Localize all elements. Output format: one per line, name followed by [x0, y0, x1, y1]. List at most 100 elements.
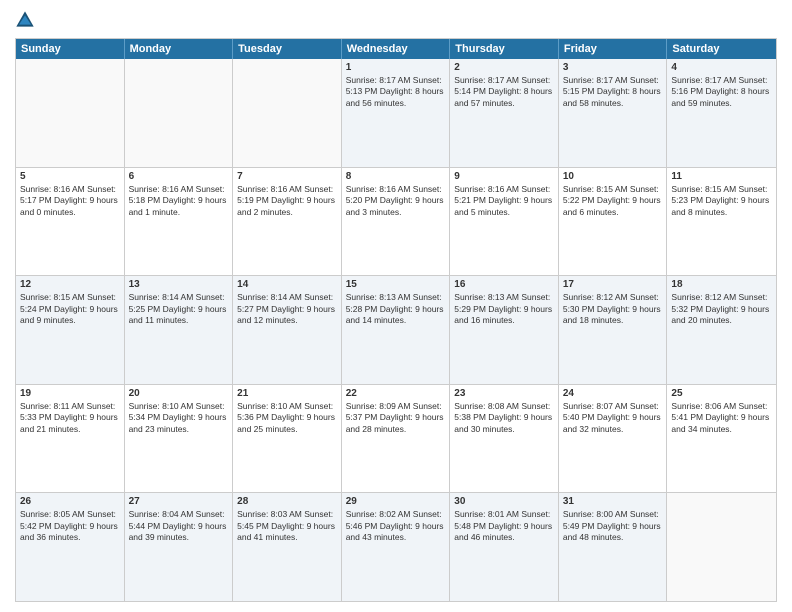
day-number: 8 — [346, 171, 446, 182]
day-number: 21 — [237, 388, 337, 399]
calendar: SundayMondayTuesdayWednesdayThursdayFrid… — [15, 38, 777, 602]
day-info: Sunrise: 8:02 AM Sunset: 5:46 PM Dayligh… — [346, 509, 446, 543]
day-info: Sunrise: 8:00 AM Sunset: 5:49 PM Dayligh… — [563, 509, 663, 543]
day-cell: 7 Sunrise: 8:16 AM Sunset: 5:19 PM Daylig… — [233, 168, 342, 276]
day-number: 9 — [454, 171, 554, 182]
day-cell: 23 Sunrise: 8:08 AM Sunset: 5:38 PM Dayli… — [450, 385, 559, 493]
calendar-body: 1 Sunrise: 8:17 AM Sunset: 5:13 PM Daylig… — [16, 59, 776, 601]
day-header: Monday — [125, 39, 234, 59]
day-header: Friday — [559, 39, 668, 59]
day-info: Sunrise: 8:01 AM Sunset: 5:48 PM Dayligh… — [454, 509, 554, 543]
day-header: Saturday — [667, 39, 776, 59]
day-info: Sunrise: 8:16 AM Sunset: 5:17 PM Dayligh… — [20, 184, 120, 218]
calendar-row: 19 Sunrise: 8:11 AM Sunset: 5:33 PM Dayli… — [16, 384, 776, 493]
day-info: Sunrise: 8:09 AM Sunset: 5:37 PM Dayligh… — [346, 401, 446, 435]
day-cell: 18 Sunrise: 8:12 AM Sunset: 5:32 PM Dayli… — [667, 276, 776, 384]
day-info: Sunrise: 8:05 AM Sunset: 5:42 PM Dayligh… — [20, 509, 120, 543]
day-info: Sunrise: 8:17 AM Sunset: 5:13 PM Dayligh… — [346, 75, 446, 109]
day-number: 30 — [454, 496, 554, 507]
day-cell: 15 Sunrise: 8:13 AM Sunset: 5:28 PM Dayli… — [342, 276, 451, 384]
day-cell: 20Sunrise: 8:10 AM Sunset: 5:34 PM Dayli… — [125, 385, 234, 493]
day-cell: 25 Sunrise: 8:06 AM Sunset: 5:41 PM Dayli… — [667, 385, 776, 493]
day-cell: 4 Sunrise: 8:17 AM Sunset: 5:16 PM Daylig… — [667, 59, 776, 167]
day-info: Sunrise: 8:03 AM Sunset: 5:45 PM Dayligh… — [237, 509, 337, 543]
day-number: 12 — [20, 279, 120, 290]
day-cell: 8 Sunrise: 8:16 AM Sunset: 5:20 PM Daylig… — [342, 168, 451, 276]
day-cell: 10 Sunrise: 8:15 AM Sunset: 5:22 PM Dayli… — [559, 168, 668, 276]
day-info: Sunrise: 8:08 AM Sunset: 5:38 PM Dayligh… — [454, 401, 554, 435]
day-info: Sunrise: 8:10 AM Sunset: 5:34 PM Dayligh… — [129, 401, 229, 435]
day-number: 14 — [237, 279, 337, 290]
day-number: 15 — [346, 279, 446, 290]
day-number: 17 — [563, 279, 663, 290]
day-cell: 28Sunrise: 8:03 AM Sunset: 5:45 PM Dayli… — [233, 493, 342, 601]
calendar-header: SundayMondayTuesdayWednesdayThursdayFrid… — [16, 39, 776, 59]
day-number: 25 — [671, 388, 772, 399]
logo — [15, 10, 39, 30]
day-cell: 1 Sunrise: 8:17 AM Sunset: 5:13 PM Daylig… — [342, 59, 451, 167]
day-number: 11 — [671, 171, 772, 182]
day-number: 7 — [237, 171, 337, 182]
day-cell: 26 Sunrise: 8:05 AM Sunset: 5:42 PM Dayli… — [16, 493, 125, 601]
calendar-row: 26 Sunrise: 8:05 AM Sunset: 5:42 PM Dayli… — [16, 492, 776, 601]
day-number: 4 — [671, 62, 772, 73]
day-info: Sunrise: 8:16 AM Sunset: 5:20 PM Dayligh… — [346, 184, 446, 218]
day-cell: 9 Sunrise: 8:16 AM Sunset: 5:21 PM Daylig… — [450, 168, 559, 276]
day-header: Sunday — [16, 39, 125, 59]
day-number: 23 — [454, 388, 554, 399]
day-info: Sunrise: 8:06 AM Sunset: 5:41 PM Dayligh… — [671, 401, 772, 435]
day-info: Sunrise: 8:07 AM Sunset: 5:40 PM Dayligh… — [563, 401, 663, 435]
day-cell: 27Sunrise: 8:04 AM Sunset: 5:44 PM Dayli… — [125, 493, 234, 601]
day-number: 22 — [346, 388, 446, 399]
day-cell: 19 Sunrise: 8:11 AM Sunset: 5:33 PM Dayli… — [16, 385, 125, 493]
day-cell: 31 Sunrise: 8:00 AM Sunset: 5:49 PM Dayli… — [559, 493, 668, 601]
day-info: Sunrise: 8:17 AM Sunset: 5:14 PM Dayligh… — [454, 75, 554, 109]
day-number: 10 — [563, 171, 663, 182]
day-info: Sunrise: 8:15 AM Sunset: 5:24 PM Dayligh… — [20, 292, 120, 326]
day-info: Sunrise: 8:17 AM Sunset: 5:16 PM Dayligh… — [671, 75, 772, 109]
calendar-row: 12 Sunrise: 8:15 AM Sunset: 5:24 PM Dayli… — [16, 275, 776, 384]
day-info: Sunrise: 8:14 AM Sunset: 5:27 PM Dayligh… — [237, 292, 337, 326]
day-cell: 11 Sunrise: 8:15 AM Sunset: 5:23 PM Dayli… — [667, 168, 776, 276]
day-number: 29 — [346, 496, 446, 507]
day-info: Sunrise: 8:12 AM Sunset: 5:32 PM Dayligh… — [671, 292, 772, 326]
calendar-row: 1 Sunrise: 8:17 AM Sunset: 5:13 PM Daylig… — [16, 59, 776, 167]
day-header: Thursday — [450, 39, 559, 59]
day-cell: 16Sunrise: 8:13 AM Sunset: 5:29 PM Dayli… — [450, 276, 559, 384]
day-info: Sunrise: 8:13 AM Sunset: 5:29 PM Dayligh… — [454, 292, 554, 326]
day-cell: 30 Sunrise: 8:01 AM Sunset: 5:48 PM Dayli… — [450, 493, 559, 601]
day-info: Sunrise: 8:16 AM Sunset: 5:18 PM Dayligh… — [129, 184, 229, 218]
day-info: Sunrise: 8:17 AM Sunset: 5:15 PM Dayligh… — [563, 75, 663, 109]
day-info: Sunrise: 8:15 AM Sunset: 5:22 PM Dayligh… — [563, 184, 663, 218]
day-cell: 29 Sunrise: 8:02 AM Sunset: 5:46 PM Dayli… — [342, 493, 451, 601]
day-info: Sunrise: 8:13 AM Sunset: 5:28 PM Dayligh… — [346, 292, 446, 326]
logo-icon — [15, 10, 35, 30]
empty-cell — [125, 59, 234, 167]
empty-cell — [233, 59, 342, 167]
day-cell: 3 Sunrise: 8:17 AM Sunset: 5:15 PM Daylig… — [559, 59, 668, 167]
day-header: Wednesday — [342, 39, 451, 59]
day-cell: 17Sunrise: 8:12 AM Sunset: 5:30 PM Dayli… — [559, 276, 668, 384]
day-info: Sunrise: 8:15 AM Sunset: 5:23 PM Dayligh… — [671, 184, 772, 218]
empty-cell — [667, 493, 776, 601]
day-number: 18 — [671, 279, 772, 290]
day-cell: 6Sunrise: 8:16 AM Sunset: 5:18 PM Daylig… — [125, 168, 234, 276]
day-cell: 2 Sunrise: 8:17 AM Sunset: 5:14 PM Daylig… — [450, 59, 559, 167]
day-cell: 21 Sunrise: 8:10 AM Sunset: 5:36 PM Dayli… — [233, 385, 342, 493]
day-info: Sunrise: 8:16 AM Sunset: 5:21 PM Dayligh… — [454, 184, 554, 218]
day-info: Sunrise: 8:14 AM Sunset: 5:25 PM Dayligh… — [129, 292, 229, 326]
day-number: 19 — [20, 388, 120, 399]
day-number: 2 — [454, 62, 554, 73]
day-cell: 12 Sunrise: 8:15 AM Sunset: 5:24 PM Dayli… — [16, 276, 125, 384]
day-number: 27 — [129, 496, 229, 507]
day-header: Tuesday — [233, 39, 342, 59]
day-info: Sunrise: 8:11 AM Sunset: 5:33 PM Dayligh… — [20, 401, 120, 435]
day-info: Sunrise: 8:16 AM Sunset: 5:19 PM Dayligh… — [237, 184, 337, 218]
day-number: 1 — [346, 62, 446, 73]
day-info: Sunrise: 8:10 AM Sunset: 5:36 PM Dayligh… — [237, 401, 337, 435]
calendar-row: 5Sunrise: 8:16 AM Sunset: 5:17 PM Daylig… — [16, 167, 776, 276]
day-number: 31 — [563, 496, 663, 507]
day-cell: 13Sunrise: 8:14 AM Sunset: 5:25 PM Dayli… — [125, 276, 234, 384]
day-number: 26 — [20, 496, 120, 507]
day-number: 3 — [563, 62, 663, 73]
